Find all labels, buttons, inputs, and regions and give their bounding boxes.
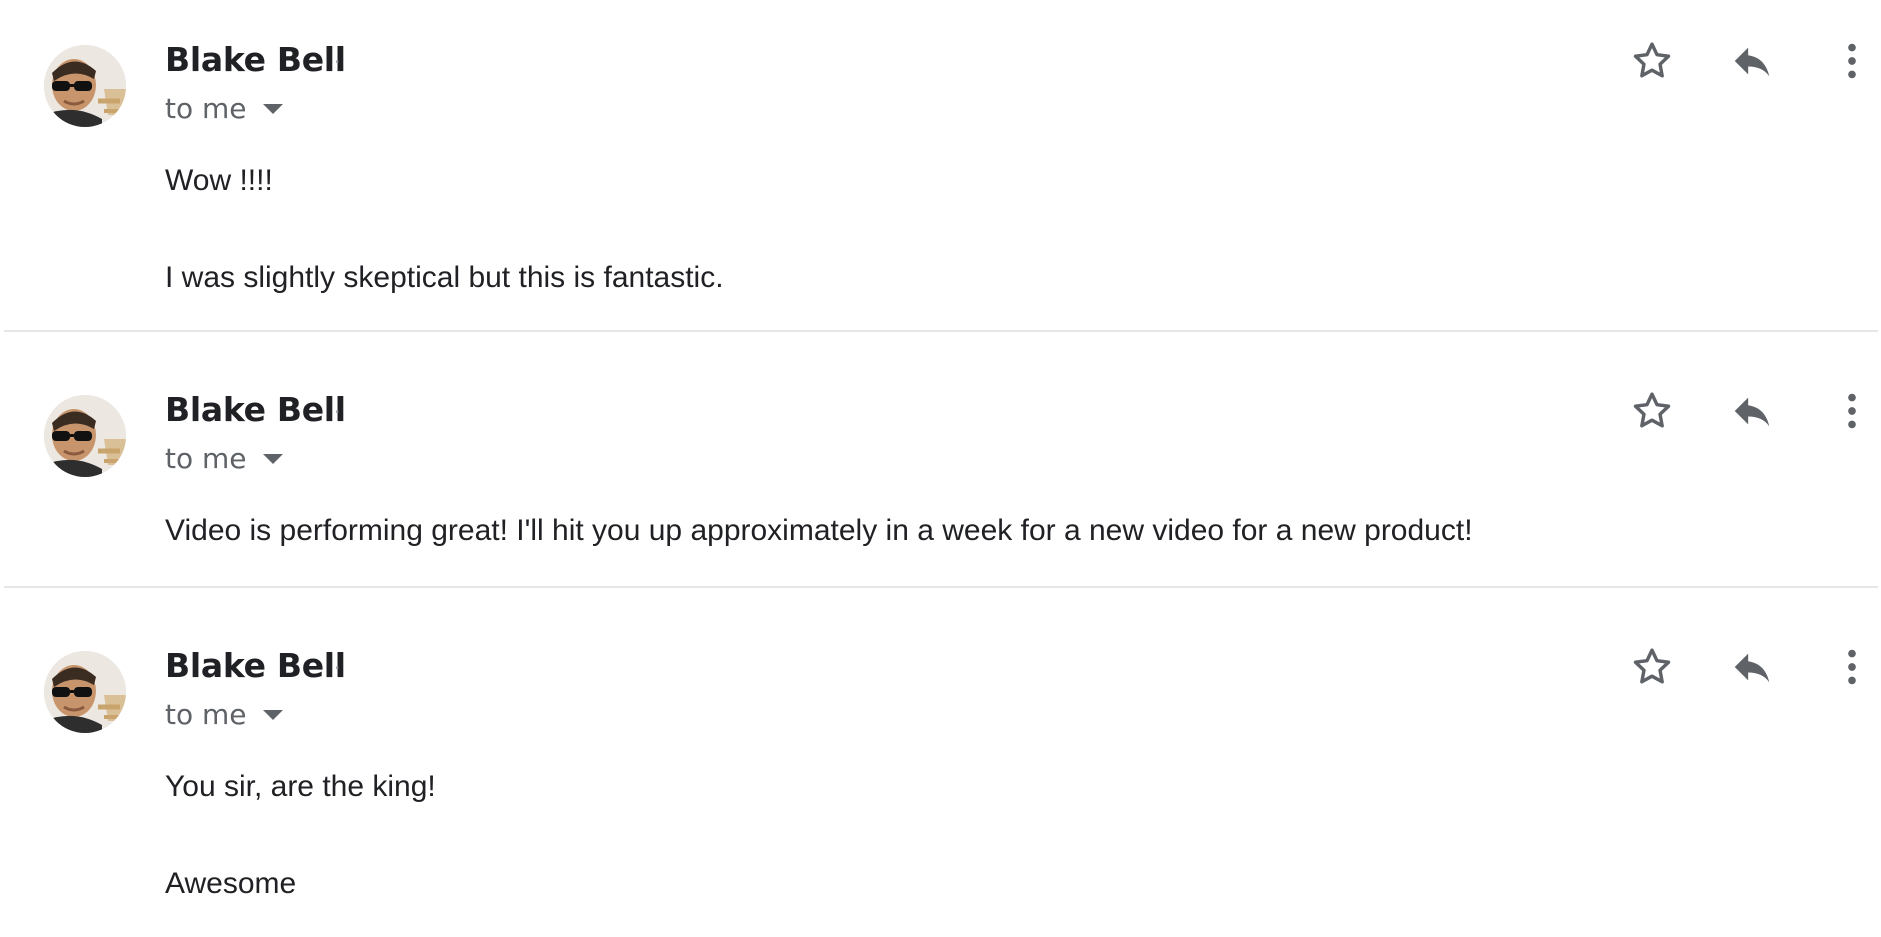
- message-body-line: Awesome: [165, 867, 297, 900]
- caret-down-icon[interactable]: [262, 103, 283, 114]
- reply-button[interactable]: [1724, 33, 1780, 89]
- recipient-label: to me: [165, 442, 247, 475]
- star-button[interactable]: [1624, 639, 1680, 695]
- sender-name[interactable]: Blake Bell: [165, 390, 346, 429]
- reply-icon: [1734, 653, 1770, 683]
- avatar[interactable]: [44, 395, 126, 477]
- message-body-line: You sir, are the king!: [165, 770, 436, 803]
- email-message: Blake Bell · to me Wow !!!! I was slight…: [0, 0, 1881, 332]
- message-body-line: I was slightly skeptical but this is fan…: [165, 261, 724, 294]
- caret-down-icon[interactable]: [262, 709, 283, 720]
- more-vert-icon: [1848, 393, 1856, 429]
- more-options-button[interactable]: [1824, 383, 1880, 439]
- sender-email-separator: ·: [334, 400, 341, 424]
- sender-email-separator: ·: [334, 656, 341, 680]
- reply-icon: [1734, 397, 1770, 427]
- email-message: Blake Bell · to me Video is performing g…: [0, 332, 1881, 588]
- email-thread: Blake Bell · to me Wow !!!! I was slight…: [0, 0, 1881, 937]
- star-icon: [1633, 392, 1671, 428]
- reply-button[interactable]: [1724, 383, 1780, 439]
- more-options-button[interactable]: [1824, 33, 1880, 89]
- recipient-summary[interactable]: to me: [165, 698, 283, 731]
- star-button[interactable]: [1624, 383, 1680, 439]
- recipient-label: to me: [165, 698, 247, 731]
- sender-name[interactable]: Blake Bell: [165, 646, 346, 685]
- avatar[interactable]: [44, 651, 126, 733]
- more-options-button[interactable]: [1824, 639, 1880, 695]
- sender-name[interactable]: Blake Bell: [165, 40, 346, 79]
- star-button[interactable]: [1624, 33, 1680, 89]
- avatar[interactable]: [44, 45, 126, 127]
- recipient-summary[interactable]: to me: [165, 92, 283, 125]
- recipient-label: to me: [165, 92, 247, 125]
- star-icon: [1633, 42, 1671, 78]
- reply-icon: [1734, 47, 1770, 77]
- star-icon: [1633, 648, 1671, 684]
- message-body-line: Video is performing great! I'll hit you …: [165, 514, 1473, 547]
- more-vert-icon: [1848, 649, 1856, 685]
- reply-button[interactable]: [1724, 639, 1780, 695]
- sender-email-separator: ·: [334, 50, 341, 74]
- caret-down-icon[interactable]: [262, 453, 283, 464]
- email-message: Blake Bell · to me You sir, are the king…: [0, 588, 1881, 937]
- recipient-summary[interactable]: to me: [165, 442, 283, 475]
- more-vert-icon: [1848, 43, 1856, 79]
- message-body-line: Wow !!!!: [165, 164, 273, 197]
